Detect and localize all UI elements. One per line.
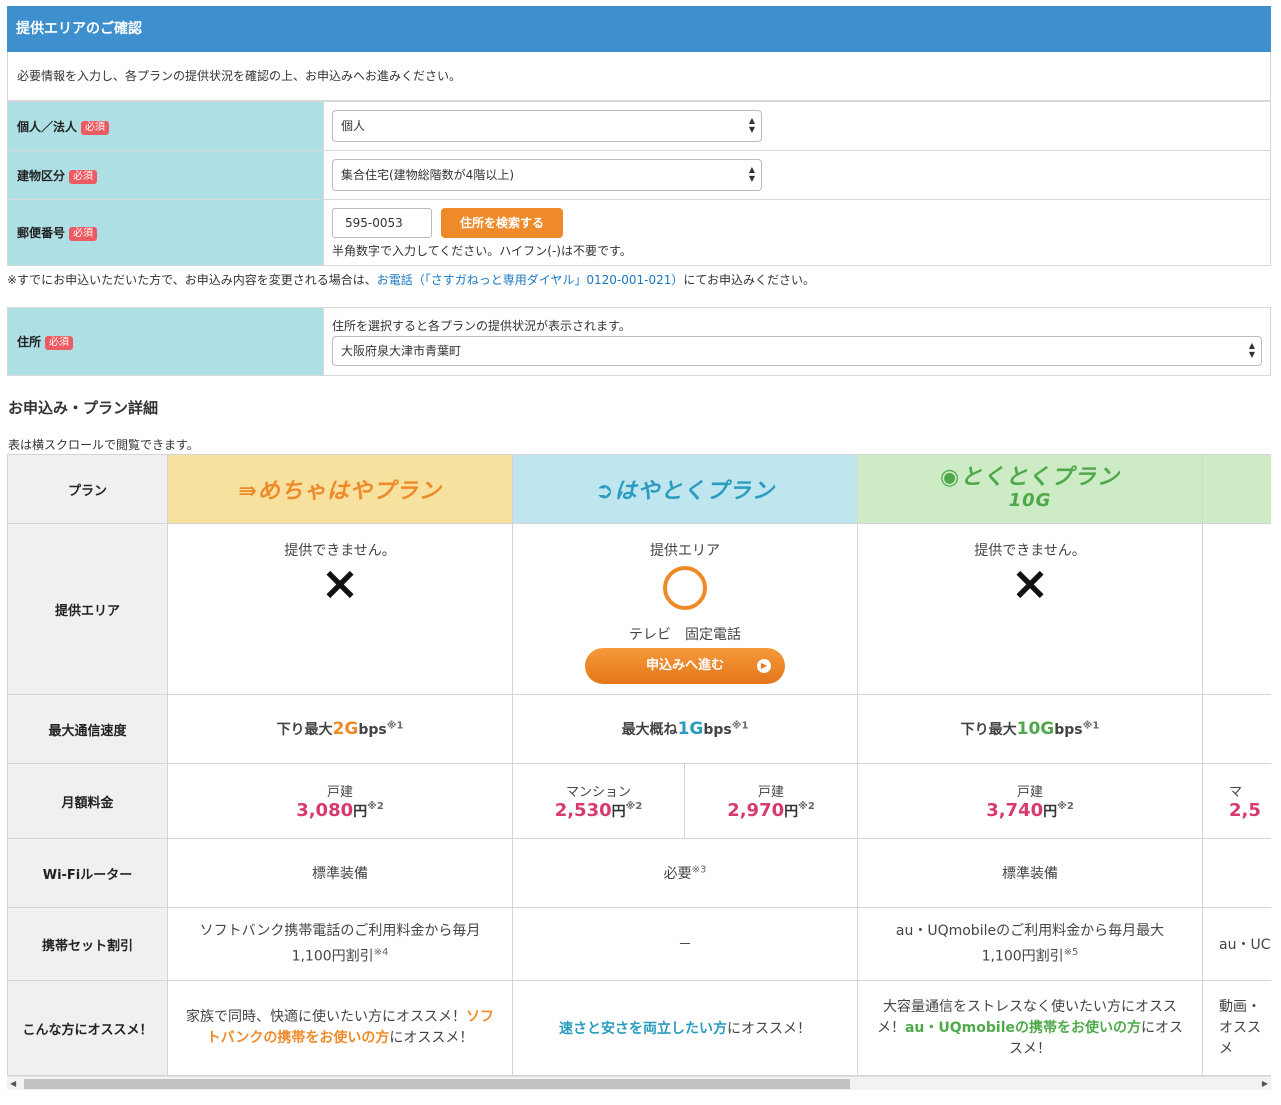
address-label: 住所 必須 (7, 307, 324, 376)
horizontal-scrollbar[interactable]: ◀ ▶ (7, 1076, 1271, 1090)
address-select[interactable]: 大阪府泉大津市青葉町 ▲ ▼ (332, 336, 1262, 366)
tokutoku-logo: ◉とくとくプラン 10G (940, 464, 1120, 511)
select-arrows-icon: ▲ ▼ (748, 116, 755, 134)
fee-mecha: 戸建 3,080円※2 (167, 763, 513, 839)
postal-code-input[interactable]: 595-0053 (332, 208, 432, 238)
router-tokutoku: 標準装備 (857, 838, 1203, 908)
hayatoku-logo: ➲はやとくプラン (595, 479, 775, 504)
plan-comparison-table[interactable]: プラン ⇛めちゃはやプラン ➲はやとくプラン ◉とくとくプラン 10G 提供エリア… (7, 454, 1271, 1076)
speed-tokutoku: 下り最大10Gbps※1 (857, 694, 1203, 764)
address-table: 住所 必須 住所を選択すると各プランの提供状況が表示されます。 大阪府泉大津市青葉… (7, 307, 1271, 376)
mecha-logo: ⇛めちゃはやプラン (238, 479, 442, 504)
router-hayatoku: 必要※3 (512, 838, 858, 908)
scroll-left-icon[interactable]: ◀ (10, 1077, 16, 1090)
section-title: お申込み・プラン詳細 (8, 399, 159, 417)
router-mecha: 標準装備 (167, 838, 513, 908)
intro-text: 必要情報を入力し、各プランの提供状況を確認の上、お申込みへお進みください。 (7, 52, 1271, 101)
row-header-speed: 最大通信速度 (7, 694, 168, 764)
fee-hayatoku-mansion: マンション 2,530円※2 (512, 763, 685, 839)
speed-lines-icon: ⇛ (238, 479, 258, 504)
scroll-note: 表は横スクロールで閲覧できます。 (8, 438, 199, 452)
apply-button[interactable]: 申込みへ進む ▶ (585, 648, 785, 684)
recommend-hayatoku: 速さと安さを両立したい方にオススメ！ (512, 980, 858, 1076)
area-cell-hayatoku: 提供エリア テレビ 固定電話 申込みへ進む ▶ (512, 523, 858, 695)
postal-hint: 半角数字で入力してください。ハイフン(-)は不要です。 (332, 244, 632, 258)
area-cell-tokutoku: 提供できません。 × (857, 523, 1203, 695)
fee-tokutoku: 戸建 3,740円※2 (857, 763, 1203, 839)
coin-icon: ◉ (940, 464, 961, 490)
phone-link[interactable]: お電話（「さすガねっと専用ダイヤル」0120-001-021） (377, 273, 684, 287)
row-header-recommend: こんな方にオススメ！ (7, 980, 168, 1076)
fee-partial: マ 2,5 (1202, 763, 1271, 839)
address-search-button[interactable]: 住所を検索する (441, 208, 563, 238)
set-discount-partial: au・UC (1202, 907, 1271, 981)
building-label: 建物区分 必須 (7, 150, 324, 200)
required-badge: 必須 (81, 120, 110, 135)
select-arrows-icon: ▲ ▼ (748, 165, 755, 183)
type-label: 個人／法人 必須 (7, 101, 324, 151)
speed-mecha: 下り最大2Gbps※1 (167, 694, 513, 764)
fee-hayatoku-house: 戸建 2,970円※2 (684, 763, 858, 839)
set-discount-hayatoku: － (512, 907, 858, 981)
row-header-router: Wi-Fiルーター (7, 838, 168, 908)
row-header-plan: プラン (7, 454, 168, 524)
scrollbar-thumb[interactable] (24, 1079, 850, 1089)
area-cell-mecha: 提供できません。 × (167, 523, 513, 695)
recommend-tokutoku: 大容量通信をストレスなく使いたい方にオススメ！au・UQmobileの携帯をお使… (857, 980, 1203, 1076)
page-title: 提供エリアのご確認 (7, 6, 1271, 52)
speed-hayatoku: 最大概ね1Gbps※1 (512, 694, 858, 764)
play-icon: ▶ (757, 659, 771, 673)
plan-header-tokutoku: ◉とくとくプラン 10G (857, 454, 1203, 524)
plan-header-hayatoku: ➲はやとくプラン (512, 454, 858, 524)
recommend-mecha: 家族で同時、快適に使いたい方にオススメ！ソフトバンクの携帯をお使いの方にオススメ… (167, 980, 513, 1076)
recommend-partial: 動画・オススメ (1202, 980, 1271, 1076)
postal-label: 郵便番号 必須 (7, 199, 324, 266)
set-discount-tokutoku: au・UQmobileのご利用料金から毎月最大1,100円割引※5 (857, 907, 1203, 981)
building-type-select[interactable]: 集合住宅(建物総階数が4階以上) ▲ ▼ (332, 159, 762, 191)
available-icon (663, 566, 707, 610)
set-discount-mecha: ソフトバンク携帯電話のご利用料金から毎月1,100円割引※4 (167, 907, 513, 981)
not-available-icon: × (1010, 556, 1050, 610)
row-header-area: 提供エリア (7, 523, 168, 695)
address-hint: 住所を選択すると各プランの提供状況が表示されます。 (332, 319, 631, 333)
change-notice: ※すでにお申込いただいた方で、お申込み内容を変更される場合は、お電話（「さすガね… (7, 273, 816, 287)
row-header-fee: 月額料金 (7, 763, 168, 839)
not-available-icon: × (320, 556, 360, 610)
scroll-right-icon[interactable]: ▶ (1262, 1077, 1268, 1090)
required-badge: 必須 (69, 227, 98, 241)
plan-header-partial (1202, 454, 1271, 524)
select-arrows-icon: ▲ ▼ (1248, 341, 1255, 359)
plan-header-mecha: ⇛めちゃはやプラン (167, 454, 513, 524)
form-table: 個人／法人 必須 個人 ▲ ▼ 建物区分 必須 集合住宅(建物総階数が4階以上) ▲ ▼ 郵… (7, 101, 1271, 266)
row-header-set-discount: 携帯セット割引 (7, 907, 168, 981)
coin-arrow-icon: ➲ (595, 479, 615, 504)
customer-type-select[interactable]: 個人 ▲ ▼ (332, 110, 762, 142)
required-badge: 必須 (45, 336, 74, 350)
required-badge: 必須 (69, 169, 98, 184)
